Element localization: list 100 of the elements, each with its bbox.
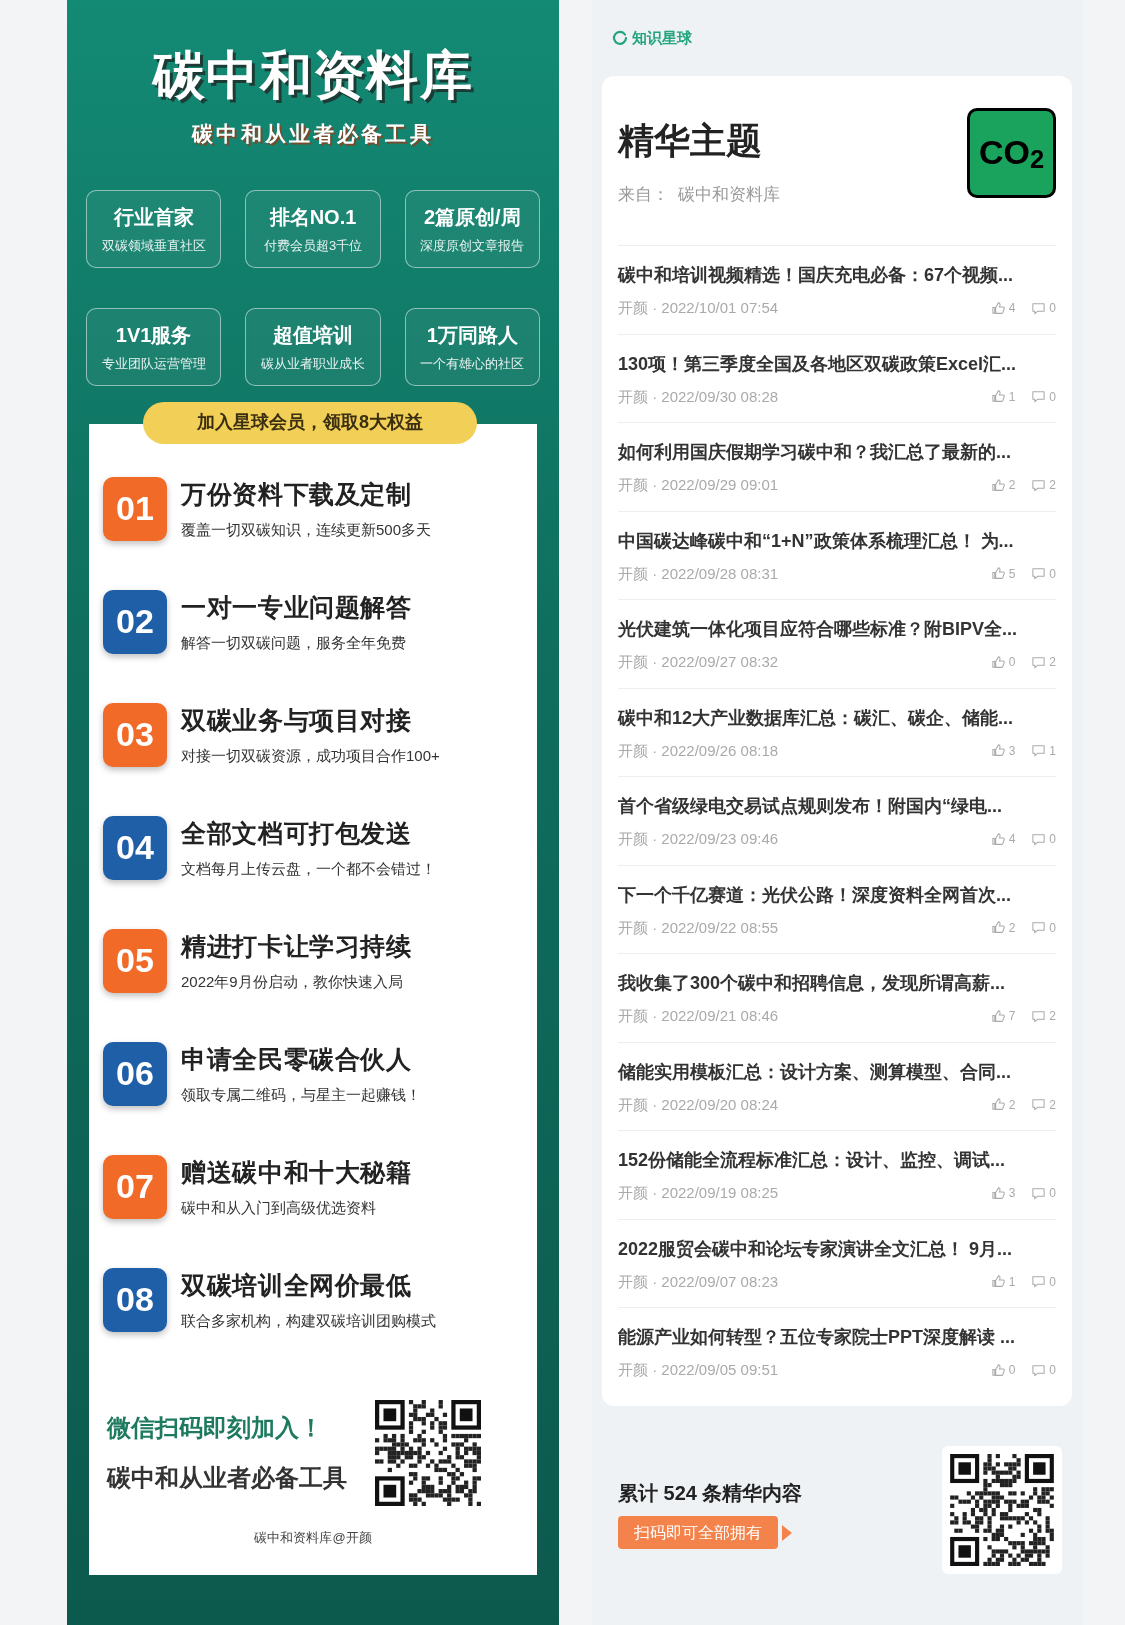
- benefit-title: 精进打卡让学习持续: [181, 930, 412, 962]
- benefit-caption: 覆盖一切双碳知识，连续更新500多天: [181, 520, 432, 540]
- source-label: 来自： 碳中和资料库: [618, 183, 781, 206]
- like-icon[interactable]: [990, 1274, 1006, 1290]
- comment-count: 0: [1049, 1362, 1056, 1380]
- topic-meta: 开颜 · 2022/09/21 08:46: [618, 1006, 779, 1026]
- comment-icon[interactable]: [1031, 1362, 1047, 1378]
- topic-meta: 开颜 · 2022/09/20 08:24: [618, 1094, 779, 1115]
- total-count: 累计 524 条精华内容: [618, 1481, 803, 1506]
- topic-meta: 开颜 · 2022/09/30 08:28: [618, 386, 779, 407]
- benefit-caption: 对接一切双碳资源，成功项目合作100+: [181, 746, 440, 766]
- comment-icon[interactable]: [1031, 1185, 1047, 1201]
- comment-count: 2: [1049, 477, 1056, 495]
- comment-icon[interactable]: [1031, 1097, 1047, 1113]
- topic-title[interactable]: 首个省级绿电交易试点规则发布！附国内“绿电...: [618, 793, 1056, 820]
- like-count: 7: [1008, 1008, 1016, 1026]
- topic-title[interactable]: 我收集了300个碳中和招聘信息，发现所谓高薪...: [618, 970, 1056, 997]
- comment-count: 2: [1049, 654, 1056, 672]
- comment-icon[interactable]: [1031, 654, 1047, 670]
- comment-icon[interactable]: [1031, 920, 1047, 936]
- topic-title[interactable]: 光伏建筑一体化项目应符合哪些标准？附BIPV全...: [618, 616, 1056, 643]
- like-icon[interactable]: [990, 743, 1006, 759]
- benefit-title: 全部文档可打包发送: [181, 817, 413, 849]
- benefit-caption: 领取专属二维码，与星主一起赚钱！: [181, 1085, 421, 1105]
- like-icon[interactable]: [990, 477, 1006, 493]
- topic-title[interactable]: 能源产业如何转型？五位专家院士PPT深度解读 ...: [618, 1324, 1056, 1351]
- like-icon[interactable]: [990, 566, 1006, 582]
- like-count: 0: [1008, 1362, 1016, 1380]
- comment-count: 2: [1049, 1008, 1056, 1026]
- like-icon[interactable]: [990, 300, 1006, 316]
- comment-icon[interactable]: [1031, 743, 1047, 759]
- topic-title[interactable]: 碳中和12大产业数据库汇总：碳汇、碳企、储能...: [618, 704, 1056, 732]
- feature-title: 2篇原创/周: [423, 204, 521, 230]
- feature-caption: 专业团队运营管理: [101, 354, 206, 373]
- topic-title[interactable]: 中国碳达峰碳中和“1+N”政策体系梳理汇总！ 为...: [618, 527, 1056, 555]
- topic-title[interactable]: 2022服贸会碳中和论坛专家演讲全文汇总！ 9月...: [618, 1235, 1056, 1263]
- like-icon[interactable]: [990, 920, 1006, 936]
- comment-count: 0: [1049, 1273, 1056, 1291]
- topic-title[interactable]: 下一个千亿赛道：光伏公路！深度资料全网首次...: [618, 881, 1056, 909]
- benefits-banner: 加入星球会员，领取8大权益: [143, 401, 477, 444]
- feature-caption: 一个有雄心的社区: [420, 354, 525, 373]
- comment-icon[interactable]: [1031, 566, 1047, 582]
- number-badge: 04: [103, 815, 167, 880]
- poster-subtitle: 碳中和从业者必备工具: [192, 121, 434, 147]
- like-icon[interactable]: [990, 1097, 1006, 1113]
- group-avatar: CO$_{2}$: [967, 107, 1056, 198]
- like-icon[interactable]: [990, 654, 1006, 670]
- topic-meta: 开颜 · 2022/09/27 08:32: [618, 652, 779, 672]
- like-icon[interactable]: [990, 831, 1006, 847]
- benefit-title: 申请全民零碳合伙人: [181, 1043, 413, 1075]
- benefit-caption: 文档每月上传云盘，一个都不会错过！: [181, 859, 436, 879]
- like-count: 1: [1008, 1273, 1016, 1291]
- card-heading: 精华主题: [618, 118, 763, 163]
- like-count: 2: [1008, 919, 1016, 937]
- cta-subheading: 碳中和从业者必备工具: [107, 1462, 347, 1493]
- topic-meta: 开颜 · 2022/09/29 09:01: [618, 475, 779, 495]
- feature-title: 行业首家: [113, 204, 194, 230]
- like-icon[interactable]: [990, 1008, 1006, 1024]
- refresh-logo-icon: [612, 30, 628, 47]
- comment-icon[interactable]: [1031, 1274, 1047, 1290]
- comment-icon[interactable]: [1031, 300, 1047, 316]
- feature-title: 超值培训: [273, 322, 353, 348]
- comment-icon[interactable]: [1031, 1008, 1047, 1024]
- like-count: 5: [1008, 565, 1016, 583]
- like-count: 2: [1008, 477, 1016, 495]
- comment-count: 0: [1049, 300, 1056, 318]
- feature-caption: 付费会员超3千位: [263, 236, 363, 255]
- feature-caption: 双碳领域垂直社区: [101, 236, 206, 255]
- comment-icon[interactable]: [1031, 477, 1047, 493]
- poster-title: 碳中和资料库: [153, 45, 473, 106]
- topic-title[interactable]: 储能实用模板汇总：设计方案、测算模型、合同...: [618, 1058, 1056, 1086]
- feature-caption: 深度原创文章报告: [420, 236, 525, 255]
- like-count: 4: [1008, 300, 1016, 318]
- comment-count: 0: [1049, 388, 1056, 406]
- like-icon[interactable]: [990, 1362, 1006, 1378]
- topic-title[interactable]: 130项！第三季度全国及各地区双碳政策Excel汇...: [618, 350, 1056, 378]
- brand-name: 知识星球: [632, 28, 692, 48]
- like-count: 2: [1008, 1096, 1016, 1114]
- comment-icon[interactable]: [1031, 831, 1047, 847]
- topic-title[interactable]: 碳中和培训视频精选！国庆充电必备：67个视频...: [618, 262, 1056, 289]
- like-count: 0: [1008, 654, 1016, 672]
- topic-meta: 开颜 · 2022/09/05 09:51: [618, 1360, 779, 1380]
- topic-meta: 开颜 · 2022/09/23 09:46: [618, 829, 779, 849]
- like-icon[interactable]: [990, 1185, 1006, 1201]
- benefit-title: 双碳培训全网价最低: [181, 1269, 413, 1301]
- topic-title[interactable]: 如何利用国庆假期学习碳中和？我汇总了最新的...: [618, 439, 1056, 466]
- comment-count: 0: [1049, 919, 1056, 937]
- benefit-caption: 2022年9月份启动，教你快速入局: [181, 972, 404, 992]
- number-badge: 01: [103, 476, 167, 541]
- topic-title[interactable]: 152份储能全流程标准汇总：设计、监控、调试...: [618, 1147, 1056, 1174]
- like-icon[interactable]: [990, 389, 1006, 405]
- like-count: 3: [1008, 1185, 1016, 1203]
- number-badge: 03: [103, 702, 167, 767]
- benefit-caption: 联合多家机构，构建双碳培训团购模式: [181, 1311, 436, 1331]
- like-count: 1: [1008, 388, 1016, 406]
- comment-icon[interactable]: [1031, 389, 1047, 405]
- play-arrow-icon: [782, 1524, 792, 1541]
- comment-count: 1: [1049, 742, 1056, 760]
- comment-count: 0: [1049, 565, 1056, 583]
- feature-title: 排名NO.1: [269, 204, 357, 230]
